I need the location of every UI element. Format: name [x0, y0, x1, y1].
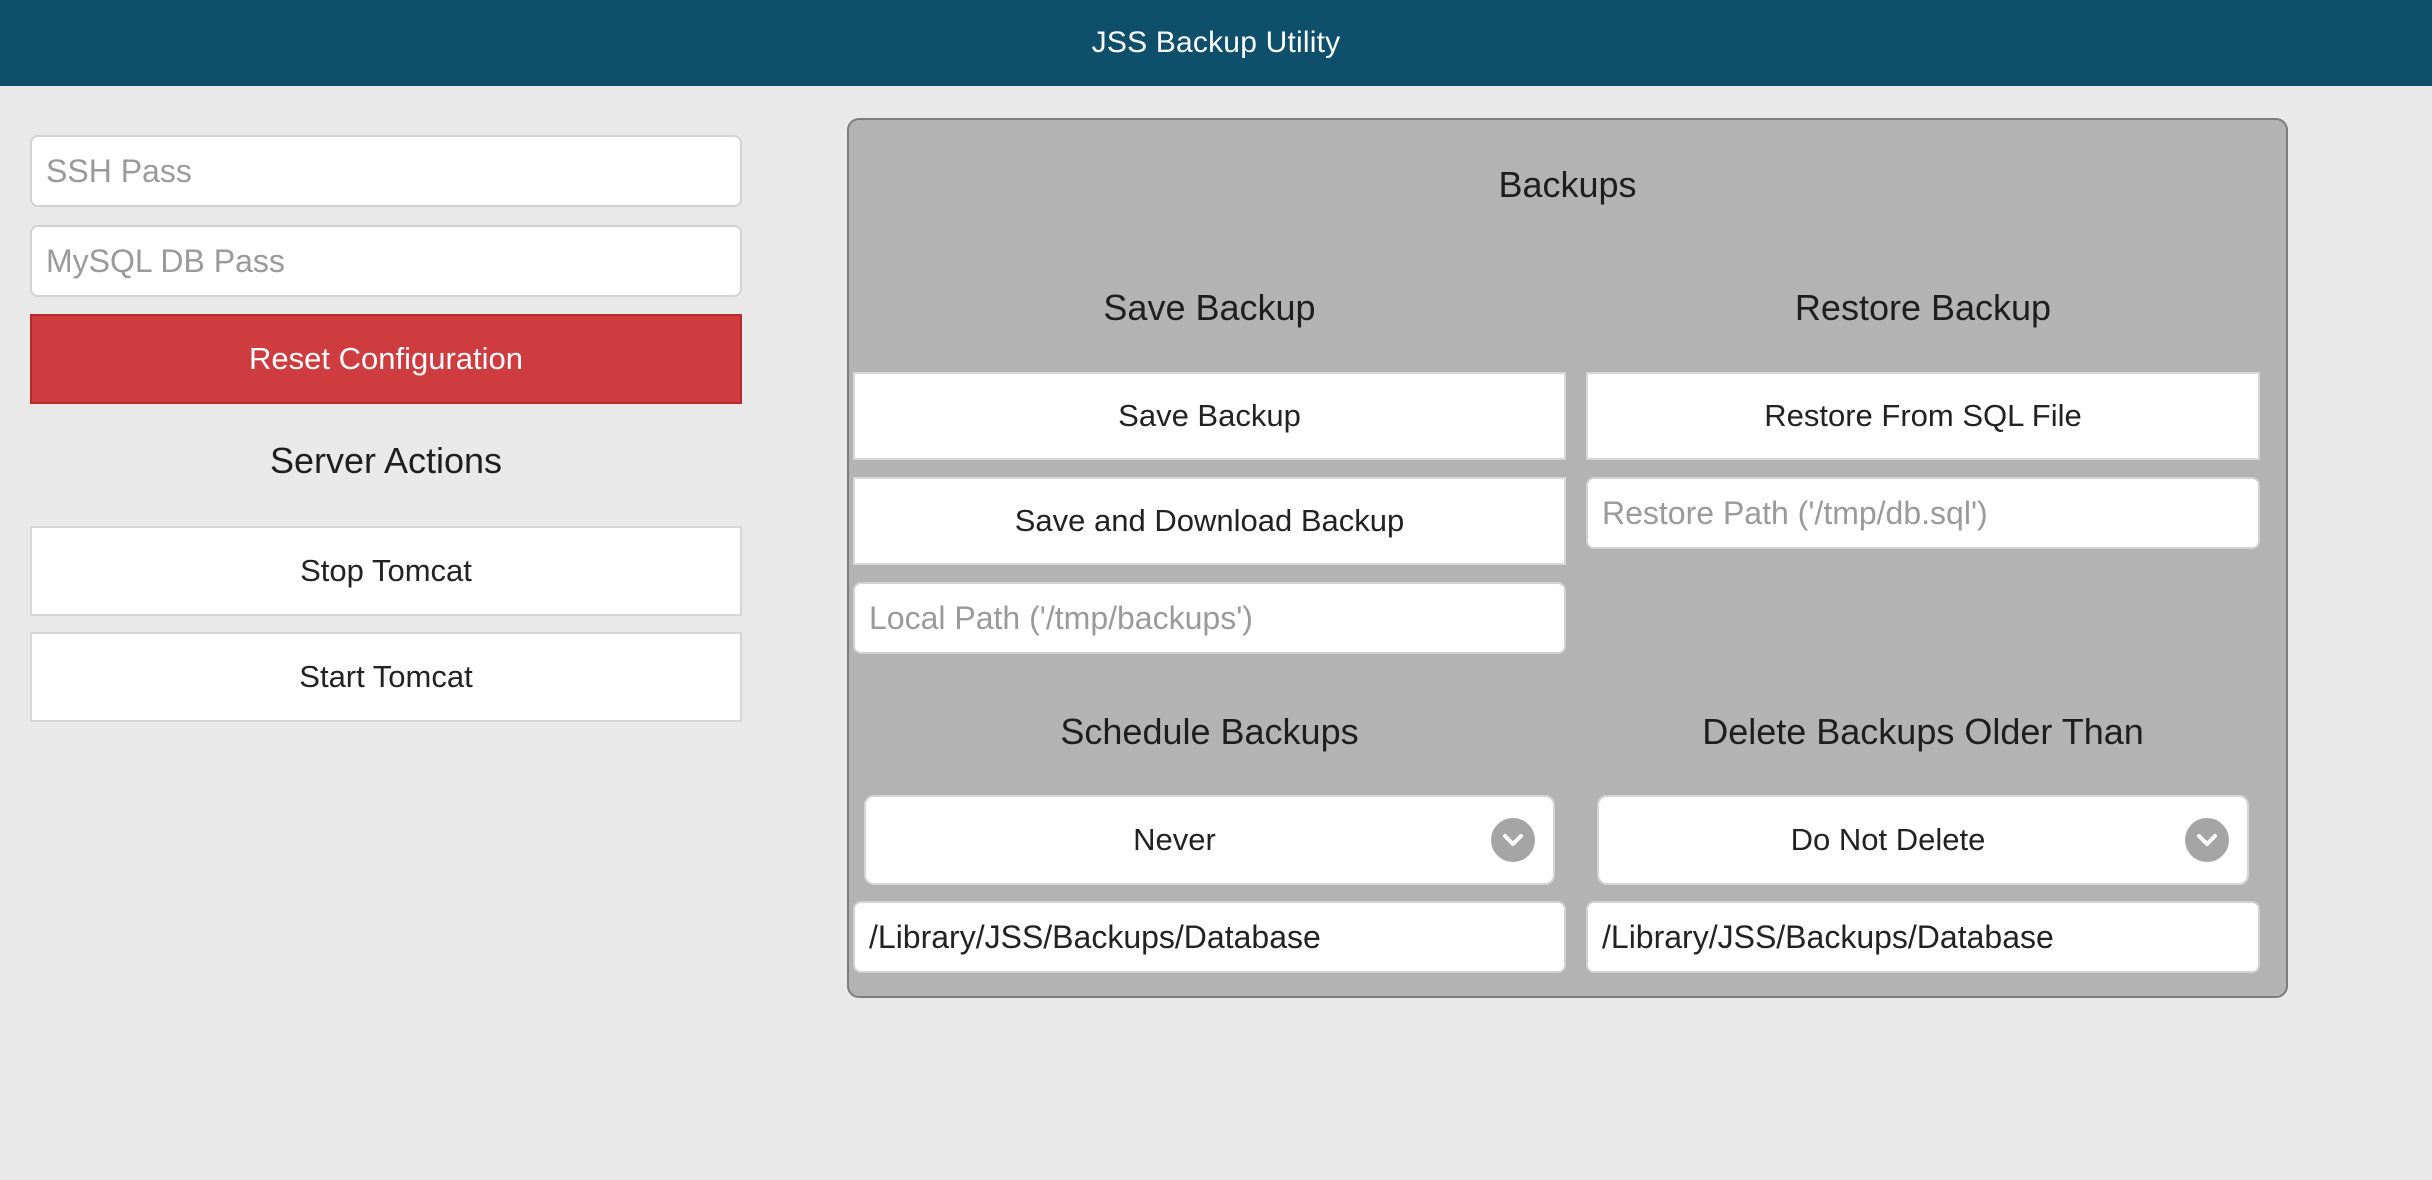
local-path-input[interactable]: Local Path ('/tmp/backups'): [853, 582, 1566, 654]
app-header: JSS Backup Utility: [0, 0, 2432, 86]
app-title: JSS Backup Utility: [1091, 26, 1341, 59]
restore-backup-heading: Restore Backup: [1794, 287, 2052, 328]
restore-path-input[interactable]: Restore Path ('/tmp/db.sql'): [1586, 477, 2260, 549]
backups-heading: Backups: [1498, 164, 1637, 205]
chevron-down-icon: [1491, 818, 1535, 862]
schedule-selected-value: Never: [1133, 822, 1216, 857]
schedule-backup-path-input[interactable]: /Library/JSS/Backups/Database: [853, 901, 1566, 973]
schedule-backups-select[interactable]: Never: [864, 795, 1555, 885]
delete-selected-value: Do Not Delete: [1790, 822, 1986, 857]
delete-backup-path-input[interactable]: /Library/JSS/Backups/Database: [1586, 901, 2260, 973]
server-actions-heading: Server Actions: [269, 440, 503, 481]
delete-backups-heading: Delete Backups Older Than: [1702, 711, 2144, 752]
stop-tomcat-button[interactable]: Stop Tomcat: [30, 526, 742, 616]
ssh-pass-input[interactable]: SSH Pass: [30, 135, 742, 207]
restore-from-sql-button[interactable]: Restore From SQL File: [1586, 372, 2260, 460]
chevron-down-icon: [2185, 818, 2229, 862]
schedule-backups-heading: Schedule Backups: [1060, 711, 1359, 752]
delete-backups-select[interactable]: Do Not Delete: [1597, 795, 2249, 885]
save-backup-button[interactable]: Save Backup: [853, 372, 1566, 460]
save-backup-heading: Save Backup: [1103, 287, 1316, 328]
start-tomcat-button[interactable]: Start Tomcat: [30, 632, 742, 722]
reset-configuration-button[interactable]: Reset Configuration: [30, 314, 742, 404]
save-and-download-backup-button[interactable]: Save and Download Backup: [853, 477, 1566, 565]
mysql-db-pass-input[interactable]: MySQL DB Pass: [30, 225, 742, 297]
